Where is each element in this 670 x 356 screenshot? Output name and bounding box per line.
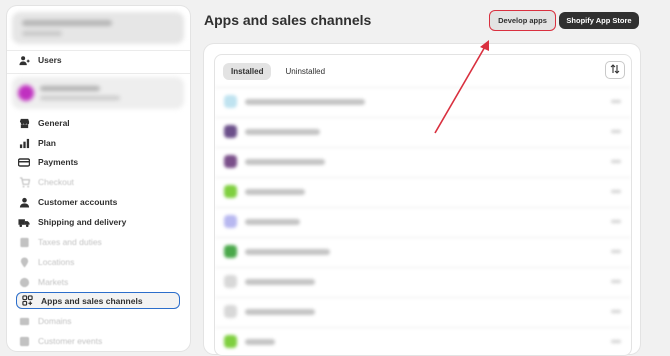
sidebar-item-apps-and-sales-channels[interactable]: Apps and sales channels — [16, 292, 180, 309]
user-profile-card[interactable] — [12, 77, 184, 109]
app-row[interactable] — [215, 327, 631, 355]
app-logo-icon — [224, 275, 237, 288]
sidebar-item-label: Taxes and duties — [38, 237, 102, 247]
app-actions-icon[interactable] — [611, 190, 621, 193]
avatar — [18, 85, 34, 101]
store-switcher[interactable] — [12, 12, 184, 44]
app-logo-icon — [224, 155, 237, 168]
sidebar-divider — [7, 73, 190, 74]
app-actions-icon[interactable] — [611, 340, 621, 343]
app-actions-icon[interactable] — [611, 250, 621, 253]
sidebar-item-customer-accounts[interactable]: Customer accounts — [17, 193, 187, 211]
app-row[interactable] — [215, 177, 631, 206]
tab-uninstalled[interactable]: Uninstalled — [277, 63, 333, 80]
apps-icon — [20, 294, 34, 308]
apps-list-card: Installed Uninstalled — [214, 54, 632, 356]
sort-arrows-icon — [610, 61, 620, 79]
sort-button[interactable] — [605, 61, 625, 79]
apps-panel: Installed Uninstalled — [204, 44, 640, 356]
sidebar-item-taxes[interactable]: Taxes and duties — [17, 233, 187, 251]
app-name-redacted — [245, 309, 315, 315]
cart-icon — [17, 175, 31, 189]
app-actions-icon[interactable] — [611, 160, 621, 163]
app-row[interactable] — [215, 117, 631, 146]
sidebar-item-label: Markets — [38, 277, 69, 287]
app-name-redacted — [245, 249, 330, 255]
app-name-redacted — [245, 189, 305, 195]
app-logo-icon — [224, 95, 237, 108]
location-icon — [17, 255, 31, 269]
events-icon — [17, 334, 31, 348]
app-logo-icon — [224, 305, 237, 318]
app-name-redacted — [245, 279, 315, 285]
sidebar-item-label: Shipping and delivery — [38, 217, 127, 227]
app-row[interactable] — [215, 147, 631, 176]
page-title: Apps and sales channels — [204, 12, 372, 28]
sidebar-item-label: Plan — [38, 138, 56, 148]
person-icon — [17, 195, 31, 209]
sidebar-item-shipping[interactable]: Shipping and delivery — [17, 213, 187, 231]
app-logo-icon — [224, 245, 237, 258]
sidebar-item-checkout[interactable]: Checkout — [17, 173, 187, 191]
app-name-redacted — [245, 159, 325, 165]
sidebar-item-label: Domains — [38, 316, 72, 326]
app-row[interactable] — [215, 207, 631, 236]
tab-installed[interactable]: Installed — [223, 63, 272, 80]
plan-chart-icon — [17, 136, 31, 150]
app-logo-icon — [224, 125, 237, 138]
app-actions-icon[interactable] — [611, 310, 621, 313]
app-name-redacted — [245, 219, 300, 225]
payments-icon — [17, 155, 31, 169]
sidebar-item-label: Users — [38, 55, 62, 65]
sidebar-item-payments[interactable]: Payments — [17, 153, 187, 171]
sidebar-item-markets[interactable]: Markets — [17, 273, 187, 291]
shopify-app-store-button[interactable]: Shopify App Store — [559, 12, 639, 29]
sidebar-item-locations[interactable]: Locations — [17, 253, 187, 271]
sidebar-item-label: Apps and sales channels — [41, 295, 143, 306]
sidebar-item-domains[interactable]: Domains — [17, 312, 187, 330]
sidebar-item-label: Customer events — [38, 336, 103, 346]
app-logo-icon — [224, 215, 237, 228]
sidebar-item-users[interactable]: Users — [17, 51, 187, 69]
app-actions-icon[interactable] — [611, 130, 621, 133]
app-logo-icon — [224, 185, 237, 198]
sidebar-item-label: Payments — [38, 157, 79, 167]
app-name-redacted — [245, 339, 275, 345]
users-icon — [17, 53, 31, 67]
globe-icon — [17, 275, 31, 289]
domain-icon — [17, 314, 31, 328]
app-name-redacted — [245, 99, 365, 105]
tax-icon — [17, 235, 31, 249]
sidebar-item-customer-events[interactable]: Customer events — [17, 332, 187, 350]
app-actions-icon[interactable] — [611, 220, 621, 223]
sidebar-item-plan[interactable]: Plan — [17, 134, 187, 152]
store-icon — [17, 116, 31, 130]
app-actions-icon[interactable] — [611, 280, 621, 283]
sidebar-item-label: Locations — [38, 257, 75, 267]
sidebar-item-label: General — [38, 118, 70, 128]
app-row[interactable] — [215, 237, 631, 266]
truck-icon — [17, 215, 31, 229]
sidebar-item-label: Customer accounts — [38, 197, 118, 207]
app-logo-icon — [224, 335, 237, 348]
tab-bar: Installed Uninstalled — [223, 63, 333, 80]
app-row[interactable] — [215, 87, 631, 116]
sidebar-item-general[interactable]: General — [17, 114, 187, 132]
app-row[interactable] — [215, 267, 631, 296]
app-actions-icon[interactable] — [611, 100, 621, 103]
sidebar-item-label: Checkout — [38, 177, 74, 187]
develop-apps-button[interactable]: Develop apps — [489, 10, 556, 31]
settings-sidebar: Users General Plan Payments Checkout Cus… — [7, 6, 190, 351]
app-row[interactable] — [215, 297, 631, 326]
app-name-redacted — [245, 129, 320, 135]
